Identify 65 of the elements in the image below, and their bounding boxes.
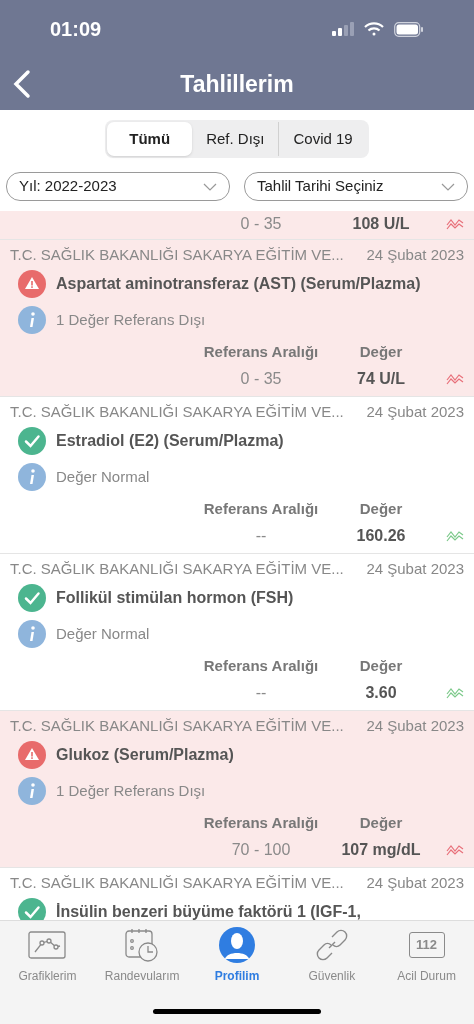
result-summary: Değer Normal: [56, 623, 150, 644]
result-value: 3.60: [364, 683, 398, 703]
line-chart-icon: [28, 931, 67, 959]
column-header: Referans Aralığı: [202, 812, 320, 833]
result-value: 160.26: [355, 526, 407, 546]
reference-range: --: [254, 683, 268, 703]
reference-range: --: [254, 526, 268, 546]
info-icon: [18, 306, 46, 334]
tab-bar-item[interactable]: Profilim: [189, 927, 285, 985]
segment-tab[interactable]: Covid 19: [278, 122, 367, 156]
test-name: Estradiol (E2) (Serum/Plazma): [56, 431, 284, 451]
chevron-down-icon: [441, 182, 455, 191]
filter-dropdown[interactable]: Tahlil Tarihi Seçiniz: [244, 172, 468, 201]
column-header: Referans Aralığı: [202, 655, 320, 676]
emergency-number-icon: 112: [408, 932, 445, 958]
wifi-icon: [364, 22, 384, 36]
column-header: Referans Aralığı: [202, 498, 320, 519]
column-header: Değer: [358, 341, 404, 362]
result-date: 24 Şubat 2023: [366, 872, 464, 893]
reference-range: 70 - 100: [230, 840, 292, 860]
test-name: Aspartat aminotransferaz (AST) (Serum/Plazma): [56, 274, 421, 294]
segment-tab[interactable]: Ref. Dışı: [192, 122, 279, 156]
result-value: 108 U/L: [351, 214, 411, 234]
calendar-clock-icon: [124, 927, 161, 963]
info-icon: [18, 777, 46, 805]
result-date: 24 Şubat 2023: [366, 715, 464, 736]
page-title: Tahlillerim: [180, 69, 294, 99]
result-value: 74 U/L: [356, 369, 406, 389]
result-date: 24 Şubat 2023: [366, 558, 464, 579]
result-card[interactable]: T.C. SAĞLIK BAKANLIĞI SAKARYA EĞİTİM VE... 24 Şubat 2023 Aspartat aminotransferaz (AST) (Serum/Plazma) 1 Değer Referans Dışı Referans Aralığı Değer 0 - 35 74 U/L: [0, 240, 474, 397]
lab-source: T.C. SAĞLIK BAKANLIĞI SAKARYA EĞİTİM VE...: [10, 715, 344, 736]
trend-icon: [446, 843, 464, 857]
lab-source: T.C. SAĞLIK BAKANLIĞI SAKARYA EĞİTİM VE...: [10, 244, 344, 265]
column-header: Değer: [358, 812, 404, 833]
trend-icon: [446, 686, 464, 700]
trend-icon: [446, 372, 464, 386]
battery-icon: [394, 21, 424, 37]
segment-tab[interactable]: Tümü: [107, 122, 193, 156]
column-header: Değer: [358, 655, 404, 676]
chevron-down-icon: [203, 182, 217, 191]
test-name: Follikül stimülan hormon (FSH): [56, 588, 294, 608]
filter-dropdown[interactable]: Yıl: 2022-2023: [6, 172, 230, 201]
signal-icon: [332, 22, 354, 36]
test-name: Glukoz (Serum/Plazma): [56, 745, 234, 765]
result-summary: 1 Değer Referans Dışı: [56, 780, 206, 801]
trend-icon: [446, 529, 464, 543]
lab-source: T.C. SAĞLIK BAKANLIĞI SAKARYA EĞİTİM VE...: [10, 401, 344, 422]
person-icon: [219, 927, 255, 963]
result-date: 24 Şubat 2023: [366, 244, 464, 265]
result-summary: 1 Değer Referans Dışı: [56, 309, 206, 330]
reference-range: 0 - 35: [239, 214, 283, 234]
info-icon: [18, 463, 46, 491]
result-date: 24 Şubat 2023: [366, 401, 464, 422]
status-time: 01:09: [50, 17, 102, 42]
reference-range: 0 - 35: [239, 369, 283, 389]
test-name: İnsülin benzeri büyüme faktörü 1 (IGF-1,: [56, 902, 361, 920]
lab-source: T.C. SAĞLIK BAKANLIĞI SAKARYA EĞİTİM VE...: [10, 558, 344, 579]
result-card[interactable]: T.C. SAĞLIK BAKANLIĞI SAKARYA EĞİTİM VE... 24 Şubat 2023 Glukoz (Serum/Plazma) 1 Değer Referans Dışı Referans Aralığı Değer 70 - 100 107 mg/dL: [0, 711, 474, 868]
lab-source: T.C. SAĞLIK BAKANLIĞI SAKARYA EĞİTİM VE...: [10, 872, 344, 893]
column-header: Referans Aralığı: [202, 341, 320, 362]
result-summary: Değer Normal: [56, 466, 150, 487]
result-value: 107 mg/dL: [340, 840, 422, 860]
info-icon: [18, 620, 46, 648]
trend-icon: [446, 217, 464, 231]
column-header: Değer: [358, 498, 404, 519]
